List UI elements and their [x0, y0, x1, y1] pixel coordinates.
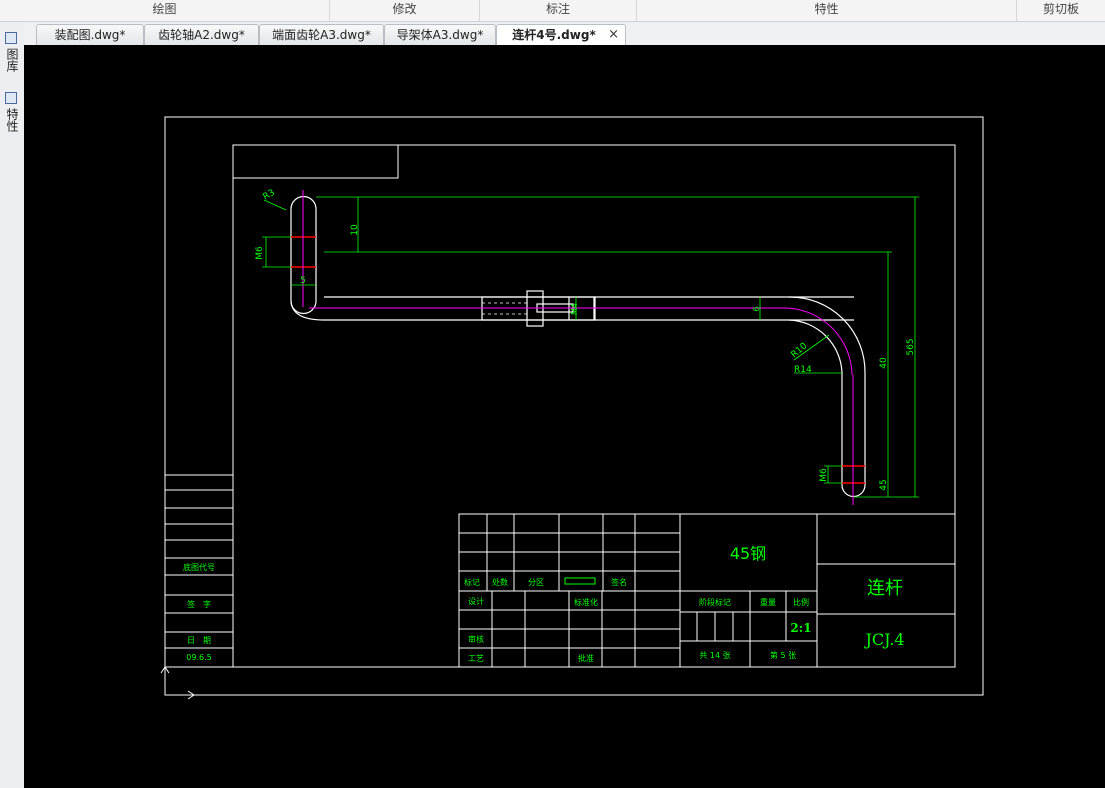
sign-label: 签名 [611, 577, 627, 587]
approve-label: 批准 [578, 653, 594, 663]
dimension-lines [262, 196, 919, 498]
library-icon[interactable] [5, 32, 17, 44]
review-label: 审核 [468, 634, 484, 644]
tab-face-gear[interactable]: 端面齿轮A3.dwg* [259, 24, 384, 45]
tab-label: 齿轮轴A2.dwg* [158, 28, 245, 42]
dim-40: 40 [879, 357, 889, 369]
dim-m6-bottom: M6 [819, 468, 829, 482]
outer-frame [164, 116, 984, 696]
sheet-number: 第 5 张 [770, 650, 796, 660]
tab-guide-frame[interactable]: 导架体A3.dwg* [384, 24, 496, 45]
ribbon-section-draw[interactable]: 绘图 [0, 0, 330, 21]
material-text: 45钢 [730, 544, 766, 563]
drawing-number-text: JCJ.4 [863, 630, 904, 649]
centerlines [302, 190, 854, 505]
tab-connecting-rod[interactable]: 连杆4号.dwg* × [496, 24, 626, 46]
properties-icon[interactable] [5, 92, 17, 104]
scale-value: 2:1 [790, 621, 811, 635]
tab-assembly[interactable]: 装配图.dwg* [36, 24, 144, 45]
ribbon-section-dimension[interactable]: 标注 [480, 0, 637, 21]
side-old-code: 底图代号 [183, 562, 215, 572]
side-signature: 签 字 [187, 599, 211, 609]
mark-label: 标记 [464, 577, 480, 587]
ribbon-section-modify[interactable]: 修改 [330, 0, 480, 21]
close-icon[interactable]: × [608, 25, 619, 45]
ribbon-section-clipboard[interactable]: 剪切板 [1017, 0, 1105, 21]
tab-label: 连杆4号.dwg* [512, 28, 596, 42]
total-sheets: 共 14 张 [699, 651, 730, 660]
stage-mark-label: 阶段标记 [699, 597, 731, 607]
document-tab-bar: 装配图.dwg* 齿轮轴A2.dwg* 端面齿轮A3.dwg* 导架体A3.dw… [24, 22, 1105, 46]
dim-m4: M4 [570, 303, 579, 315]
code-box [233, 145, 399, 179]
dim-45: 45 [879, 479, 889, 490]
side-date-value: 09.6.5 [186, 653, 211, 662]
tab-label: 导架体A3.dwg* [396, 28, 484, 42]
dim-6: 6 [752, 306, 761, 311]
library-tab[interactable]: 图库 [4, 48, 20, 72]
scale-label: 比例 [793, 597, 809, 607]
drawing-canvas[interactable]: 底图代号 签 字 日 期 09.6.5 45钢 连杆 JCJ.4 标记 处数 分… [24, 45, 1105, 788]
ribbon-bar: 绘图 修改 标注 特性 剪切板 [0, 0, 1105, 22]
left-dock-panel: 图库 特性 [0, 22, 25, 788]
thread-markers [291, 236, 865, 484]
inner-frame [232, 144, 956, 668]
standardization-label: 标准化 [574, 597, 598, 607]
tab-label: 端面齿轮A3.dwg* [272, 28, 371, 42]
side-date: 日 期 [187, 636, 211, 645]
design-label: 设计 [468, 596, 484, 606]
ucs-axis-icon [160, 666, 195, 700]
dim-r10: R10 [790, 341, 810, 360]
zone-box [564, 577, 596, 585]
dim-565: 565 [906, 338, 916, 355]
part-name-text: 连杆 [867, 578, 903, 599]
ribbon-section-properties[interactable]: 特性 [637, 0, 1017, 21]
properties-tab[interactable]: 特性 [4, 108, 20, 132]
dim-10: 10 [350, 224, 360, 236]
zone-label: 分区 [528, 578, 544, 587]
process-label: 工艺 [468, 654, 484, 663]
tab-gear-shaft[interactable]: 齿轮轴A2.dwg* [144, 24, 259, 45]
dim-r3: R3 [262, 188, 277, 203]
rod-geometry [290, 195, 866, 498]
count-label: 处数 [492, 577, 508, 587]
dim-r14: R14 [794, 365, 812, 375]
dim-m6-top: M6 [255, 246, 265, 260]
dim-5: 5 [300, 276, 306, 286]
tab-label: 装配图.dwg* [54, 28, 126, 42]
weight-label: 重量 [760, 597, 776, 607]
